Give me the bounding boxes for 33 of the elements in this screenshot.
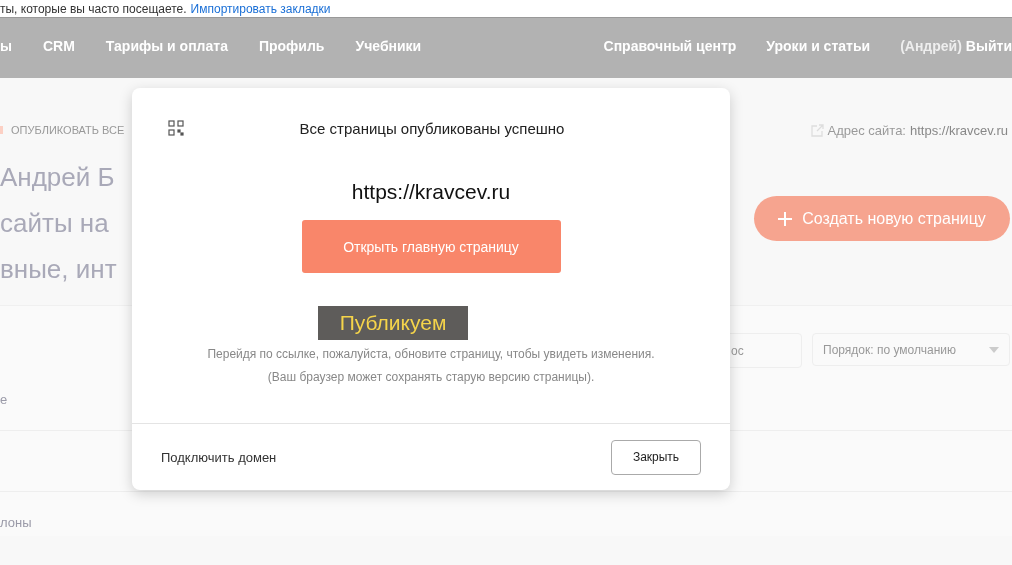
sort-select[interactable]: Порядок: по умолчанию: [812, 333, 1010, 366]
headline-text: вные, инт: [0, 252, 117, 286]
create-page-button[interactable]: Создать новую страницу: [754, 196, 1010, 241]
external-link-icon: [810, 123, 824, 137]
address-link[interactable]: https://kravcev.ru: [910, 122, 1008, 138]
address-label: Адрес сайта:: [827, 122, 906, 138]
dialog-title: Все страницы опубликованы успешно: [298, 119, 566, 137]
site-url: https://kravcev.ru: [351, 180, 511, 204]
nav-link[interactable]: Уроки и статьи: [766, 38, 871, 54]
nav-link[interactable]: Справочный центр: [603, 38, 737, 54]
open-home-button[interactable]: Открыть главную страницу: [301, 220, 561, 273]
import-bookmarks-link[interactable]: Импортировать закладки: [190, 1, 331, 16]
hint-text: (Ваш браузер может сохранять старую версию страницы).: [267, 370, 595, 384]
headline-text: Андрей Б: [0, 160, 116, 194]
close-button[interactable]: Закрыть: [611, 439, 701, 475]
publish-all-link[interactable]: ОПУБЛИКОВАТЬ ВСЕ: [11, 124, 125, 136]
user-name: (Андрей): [900, 38, 962, 54]
logout-link[interactable]: Выйти: [965, 38, 1012, 54]
qr-icon: [168, 120, 184, 136]
nav-link[interactable]: ы: [0, 38, 12, 54]
hint-text: Перейдя по ссылке, пожалуйста, обновите страницу, чтобы увидеть изменения.: [207, 347, 655, 361]
list-item: лоны: [0, 513, 33, 532]
nav-link[interactable]: CRM: [42, 38, 75, 54]
publishing-toast: Публикуем: [318, 306, 468, 340]
caret-icon: [989, 346, 999, 353]
bookmarks-hint: ты, которые вы часто посещаете.: [0, 1, 187, 16]
nav-link[interactable]: Профиль: [258, 38, 325, 54]
connect-domain-link[interactable]: Подключить домен: [161, 449, 277, 465]
headline-text: сайты на: [0, 206, 110, 240]
nav-link[interactable]: Тарифы и оплата: [105, 38, 228, 54]
nav-link[interactable]: Учебники: [355, 38, 422, 54]
marker-icon: [0, 126, 3, 134]
plus-icon: [778, 211, 793, 226]
